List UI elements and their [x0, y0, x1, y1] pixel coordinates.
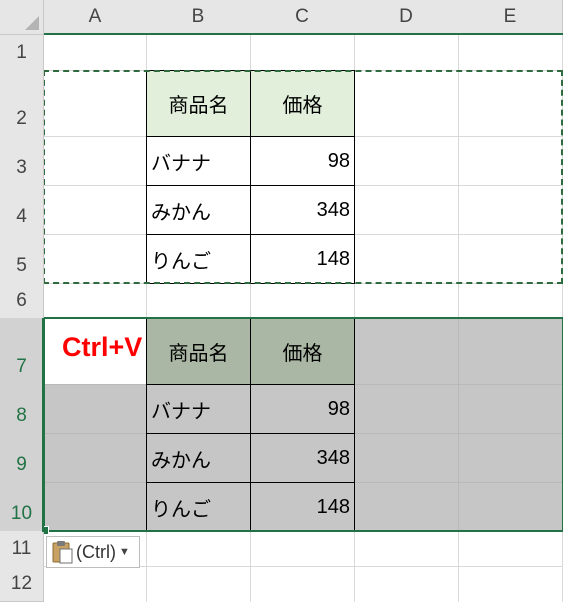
- column-selection-indicator: [44, 33, 563, 35]
- ctrl-v-annotation: Ctrl+V: [62, 332, 143, 362]
- row-header[interactable]: 12: [0, 566, 44, 602]
- spreadsheet[interactable]: 商品名 価格 バナナ 98 みかん 348 りんご 148 商品名 価格 バナナ…: [0, 0, 563, 602]
- column-header-a[interactable]: A: [44, 0, 147, 35]
- row-header[interactable]: 2: [0, 70, 44, 137]
- row-header[interactable]: 11: [0, 531, 44, 567]
- row-header[interactable]: 8: [0, 384, 44, 434]
- dropdown-caret-icon[interactable]: ▼: [119, 546, 130, 558]
- row-header[interactable]: 9: [0, 433, 44, 483]
- select-all-corner[interactable]: [0, 0, 44, 35]
- row-selection-indicator: [42, 318, 44, 532]
- row-header[interactable]: 7: [0, 318, 44, 385]
- copy-marquee: [43, 70, 563, 284]
- row-header[interactable]: 1: [0, 35, 44, 71]
- row-header[interactable]: 4: [0, 185, 44, 235]
- column-header-e[interactable]: E: [458, 0, 563, 35]
- row-header[interactable]: 6: [0, 283, 44, 319]
- paste-options-button[interactable]: (Ctrl) ▼: [46, 536, 140, 568]
- paste-options-label: (Ctrl): [76, 541, 116, 562]
- row-header[interactable]: 10: [0, 482, 44, 532]
- column-header-c[interactable]: C: [250, 0, 355, 35]
- clipboard-paste-icon: [52, 540, 74, 564]
- column-header-b[interactable]: B: [146, 0, 251, 35]
- row-header[interactable]: 5: [0, 234, 44, 284]
- row-header[interactable]: 3: [0, 136, 44, 186]
- column-header-d[interactable]: D: [354, 0, 459, 35]
